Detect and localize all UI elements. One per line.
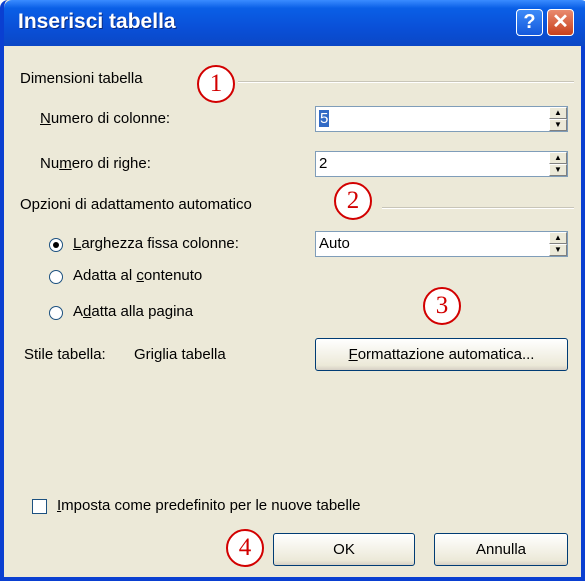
title-bar[interactable]: Inserisci tabella ? ✕: [4, 0, 585, 46]
autofit-contents-label[interactable]: Adatta al contenuto: [73, 267, 202, 284]
callout-4: 4: [226, 529, 264, 567]
columns-value[interactable]: 5: [319, 110, 330, 127]
insert-table-dialog: Inserisci tabella ? ✕ Dimensioni tabella…: [0, 0, 585, 581]
set-default-label[interactable]: Imposta come predefinito per le nuove ta…: [57, 497, 361, 514]
spin-down-icon[interactable]: ▼: [549, 119, 567, 131]
columns-label: Numero di colonne:: [40, 110, 171, 127]
cancel-button[interactable]: Annulla: [434, 533, 568, 566]
rows-value[interactable]: 2: [319, 155, 327, 172]
group-label-autofit: Opzioni di adattamento automatico: [20, 196, 252, 213]
autofit-window-label[interactable]: Adatta alla pagina: [73, 303, 193, 320]
spin-down-icon[interactable]: ▼: [549, 244, 567, 256]
callout-1: 1: [197, 65, 235, 103]
fixed-width-label[interactable]: Larghezza fissa colonne:: [73, 235, 239, 252]
ok-button[interactable]: OK: [273, 533, 415, 566]
help-icon[interactable]: ?: [516, 9, 543, 36]
table-style-label: Stile tabella:: [24, 346, 106, 363]
spin-up-icon[interactable]: ▲: [549, 152, 567, 164]
close-icon[interactable]: ✕: [547, 9, 574, 36]
table-style-value: Griglia tabella: [134, 346, 226, 363]
set-default-checkbox[interactable]: [32, 499, 47, 514]
column-width-spinner[interactable]: Auto ▲ ▼: [315, 231, 568, 257]
group-divider: [382, 207, 574, 209]
radio-fixed-width[interactable]: [49, 238, 63, 252]
spin-down-icon[interactable]: ▼: [549, 164, 567, 176]
autoformat-button[interactable]: Formattazione automatica...: [315, 338, 568, 371]
group-divider: [238, 81, 574, 83]
columns-spinner[interactable]: 5 ▲ ▼: [315, 106, 568, 132]
group-label-dimensions: Dimensioni tabella: [20, 70, 143, 87]
spin-up-icon[interactable]: ▲: [549, 107, 567, 119]
callout-3: 3: [423, 287, 461, 325]
callout-2: 2: [334, 182, 372, 220]
radio-autofit-window[interactable]: [49, 306, 63, 320]
dialog-title: Inserisci tabella: [18, 10, 176, 33]
rows-spinner[interactable]: 2 ▲ ▼: [315, 151, 568, 177]
radio-autofit-contents[interactable]: [49, 270, 63, 284]
rows-label: Numero di righe:: [40, 155, 151, 172]
spin-up-icon[interactable]: ▲: [549, 232, 567, 244]
column-width-value[interactable]: Auto: [319, 235, 350, 252]
